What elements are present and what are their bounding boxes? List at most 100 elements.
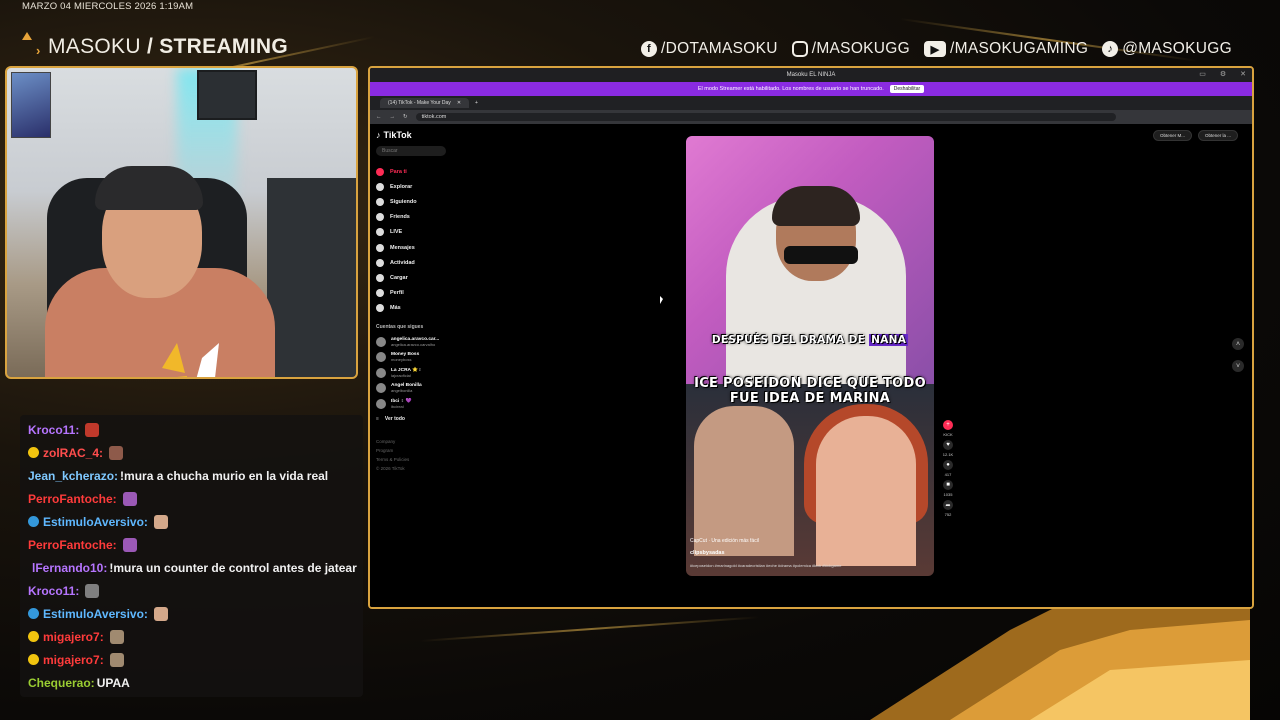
avatar [376,367,386,378]
footer-link[interactable]: Company [376,437,456,446]
action-count: 417 [944,472,952,477]
video-action[interactable]: ■ 1035 [943,480,953,497]
tiktok-nav-item[interactable]: Perfil [376,286,456,301]
tiktok-nav-item[interactable]: Friends [376,210,456,225]
share-icon[interactable]: ➦ [943,500,953,510]
brand-name: MASOKU [48,35,141,58]
video-action[interactable]: ● 417 [943,460,953,477]
video-player[interactable]: DESPUÉS DEL DRAMA DE NANA ICE POSEIDON D… [686,136,934,576]
heart-icon[interactable]: ♥ [942,440,953,450]
chat-username[interactable]: Jean_kcherazo: [28,469,118,483]
chat-emote-icon [122,537,137,552]
webcam-feed [5,66,358,379]
video-effect-label[interactable]: CapCut · Una edición más fácil [690,538,759,544]
tiktok-icon: ♪ [1102,41,1119,57]
chat-username[interactable]: Kroco11: [28,584,79,598]
social-label: /MASOKUGAMING [950,40,1089,57]
chat-username[interactable]: Kroco11: [28,423,79,437]
tiktok-nav-label: Para ti [390,168,407,175]
tiktok-nav-label: Actividad [390,259,415,266]
tiktok-nav-item[interactable]: Mensajes [376,240,456,255]
tiktok-sidebar: ♪ TikTok Buscar Para ti Explorar Siguiendo F… [376,130,456,473]
action-count: 1035 [943,492,953,497]
video-action[interactable]: ♥ 12.1K [943,440,953,457]
followed-account[interactable]: Angel Bonilla angelbonilla [376,380,456,396]
account-name: La JCRA ⭐♀ [391,367,422,373]
disable-streamer-button[interactable]: Deshabilitar [889,85,925,93]
see-all-link[interactable]: ≡ Ver todo [376,411,456,426]
video-action[interactable]: + KICK [943,420,953,437]
chat-message: Chequerao: UPAA [28,671,355,694]
chat-username[interactable]: lFernando10: [32,561,107,575]
video-person-hair [772,186,860,226]
followed-account[interactable]: La JCRA ⭐♀ lajcraoficial [376,365,456,381]
chat-badge-icon [28,608,39,619]
tiktok-nav-item[interactable]: Para ti [376,164,456,179]
chat-username[interactable]: EstimuloAversivo: [43,515,148,529]
chat-username[interactable]: Chequerao: [28,676,95,690]
minimize-icon[interactable]: ▭ [1199,70,1206,78]
action-count: 752 [944,512,952,517]
tiktok-nav-item[interactable]: LIVE [376,225,456,240]
avatar [376,352,386,363]
kick-icon[interactable]: + [943,420,953,430]
next-video-icon[interactable]: ˅ [1232,360,1244,372]
see-all-label: Ver todo [384,415,405,422]
comment-icon[interactable]: ● [943,460,953,470]
chat-username[interactable]: PerroFantoche: [28,538,117,552]
back-icon[interactable]: ← [376,114,382,120]
footer-link[interactable]: © 2026 TikTok [376,464,456,473]
tiktok-nav-item[interactable]: Explorar [376,179,456,194]
tiktok-nav-item[interactable]: Actividad [376,255,456,270]
tiktok-search-input[interactable]: Buscar [376,146,446,156]
close-tab-icon[interactable]: ✕ [457,100,461,106]
chat-username[interactable]: PerroFantoche: [28,492,117,506]
chat-username[interactable]: migajero7: [43,630,104,644]
video-author[interactable]: clipsbysadas [690,550,725,556]
footer-link[interactable]: Program [376,446,456,455]
chat-text: UPAA [96,675,130,690]
followed-account[interactable]: angelica.aravco.car... angelica.aravco.ca… [376,334,456,350]
tiktok-nav-item[interactable]: Siguiendo [376,194,456,209]
previous-video-icon[interactable]: ˄ [1232,338,1244,350]
social-facebook: f /DOTAMASOKU [641,40,778,58]
get-app-button[interactable]: Obtener M... [1152,130,1192,141]
footer-link[interactable]: Terms & Policies [376,455,456,464]
chat-username[interactable]: zolRAC_4: [43,446,103,460]
browser-tab[interactable]: (14) TikTok - Make Your Day ✕ [380,98,470,108]
new-tab-icon[interactable]: + [475,100,478,106]
messages-icon [376,243,384,252]
video-caption-main: ICE POSEIDON DICE QUE TODO FUE IDEA DE MA… [686,376,934,406]
following-title: Cuentas que sigues [376,323,424,330]
bookmark-icon[interactable]: ■ [943,480,953,490]
browser-capture: Masoku EL NINJA ▭ ⚙ ✕ El modo Streamer e… [368,66,1254,609]
video-hashtags[interactable]: #iceposeidon #marinagold #caradecristian… [690,563,841,568]
account-handle: moneyboss [391,357,412,363]
chat-username[interactable]: EstimuloAversivo: [43,607,148,621]
settings-icon[interactable]: ⚙ [1220,70,1226,78]
shelf [267,178,356,377]
brand-title: MASOKU / STREAMING [48,35,288,59]
caption-highlight: NANA [869,334,909,346]
mouse-cursor-icon [660,296,663,304]
close-icon[interactable]: ✕ [1240,70,1246,78]
get-app-button[interactable]: Obtener la ... [1197,130,1238,141]
social-label: /MASOKUGG [811,40,911,57]
reload-icon[interactable]: ↻ [403,114,408,120]
more-icon [376,304,384,313]
browser-tabs: (14) TikTok - Make Your Day ✕ + [370,96,1252,110]
tiktok-nav-label: Explorar [390,183,413,190]
wall-poster [11,72,51,138]
chat-message: Jean_kcherazo: !mura a chucha murio en la… [28,464,355,487]
get-app-buttons: Obtener M... Obtener la ... [1152,130,1238,141]
tiktok-nav-item[interactable]: Más [376,301,456,316]
tiktok-nav-item[interactable]: Cargar [376,270,456,285]
url-field[interactable]: tiktok.com [415,113,1116,121]
account-handle: angelica.aravco.carvalho [391,341,436,347]
video-action[interactable]: ➦ 752 [943,500,953,517]
followed-account[interactable]: Money Boss moneyboss [376,349,456,365]
chat-username[interactable]: migajero7: [43,653,104,667]
tiktok-logo[interactable]: ♪ TikTok [376,130,456,140]
followed-account[interactable]: Ibci ♀ 💜 ibcireal [376,396,456,412]
forward-icon[interactable]: → [390,114,396,120]
